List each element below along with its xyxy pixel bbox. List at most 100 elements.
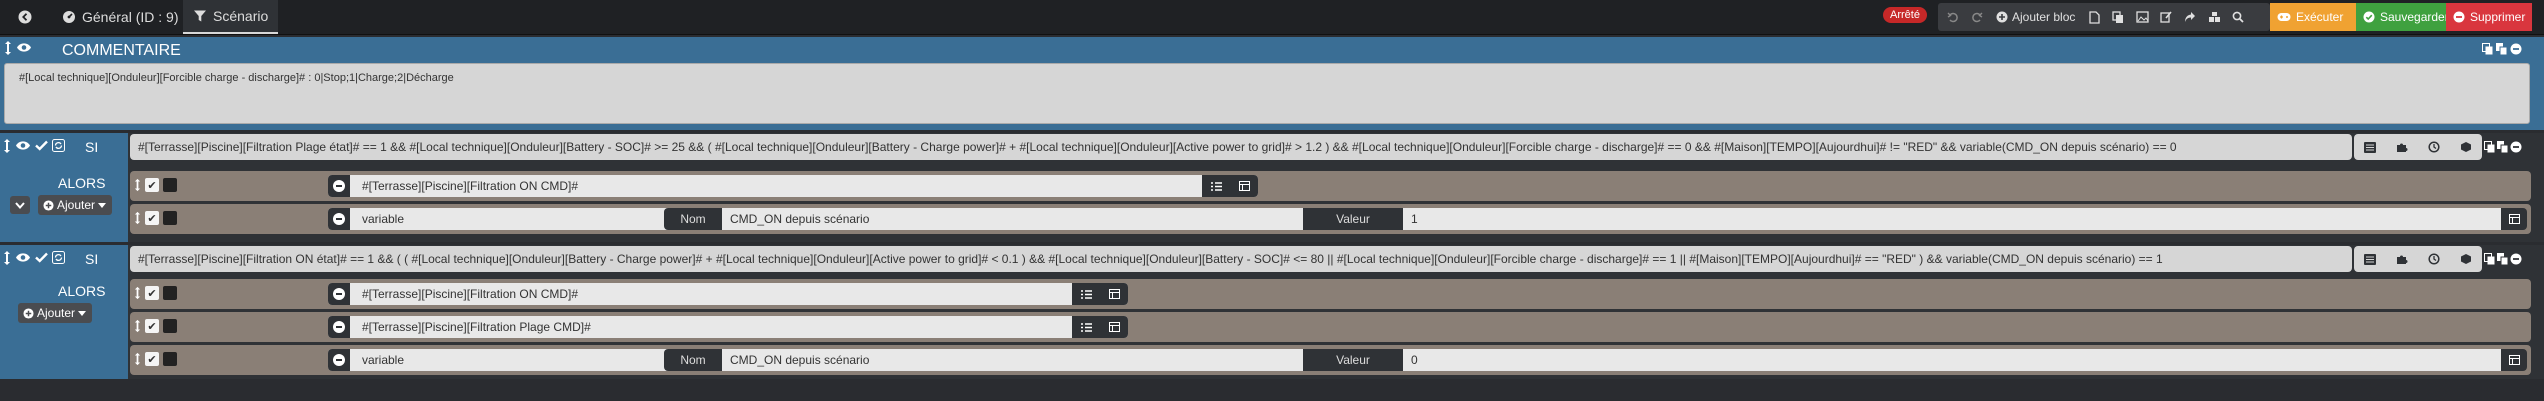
background-checkbox[interactable] <box>163 211 177 225</box>
select-value-button[interactable] <box>2501 208 2527 230</box>
nom-label: Nom <box>664 208 722 230</box>
eye-icon[interactable] <box>15 252 31 263</box>
add-action-button[interactable]: Ajouter <box>38 195 112 215</box>
valeur-input[interactable]: 0 <box>1403 349 2501 371</box>
valeur-input[interactable]: 1 <box>1403 208 2501 230</box>
background-checkbox[interactable] <box>163 286 177 300</box>
list-icon <box>1210 181 1222 191</box>
select-value-button[interactable] <box>2501 349 2527 371</box>
copy-icon[interactable] <box>2484 253 2495 265</box>
duplicate-icon[interactable] <box>2497 253 2508 265</box>
select-button[interactable] <box>1230 175 1258 197</box>
select-button[interactable] <box>1100 283 1128 305</box>
template-button[interactable] <box>2203 6 2225 28</box>
eye-icon[interactable] <box>16 42 32 53</box>
refresh-icon[interactable] <box>52 251 65 264</box>
search-button[interactable] <box>2227 6 2249 28</box>
remove-block-icon[interactable] <box>2510 253 2522 265</box>
action-controls: ✔ <box>134 319 177 333</box>
nom-input[interactable]: CMD_ON depuis scénario <box>722 349 1303 371</box>
image-button[interactable] <box>2131 6 2153 28</box>
puzzle-icon[interactable] <box>2396 253 2408 265</box>
enable-checkbox[interactable]: ✔ <box>145 319 159 333</box>
si-block-2: SI #[Terrasse][Piscine][Filtration ON ét… <box>0 245 2544 379</box>
cube-icon[interactable] <box>2460 253 2472 265</box>
duplicate-icon[interactable] <box>2497 141 2508 153</box>
delete-button[interactable]: Supprimer <box>2446 3 2532 31</box>
drag-handle-icon[interactable] <box>134 286 141 300</box>
save-button[interactable]: Sauvegarder <box>2356 3 2449 31</box>
remove-action-button[interactable] <box>328 208 350 230</box>
puzzle-icon[interactable] <box>2396 141 2408 153</box>
status-badge: Arrêté <box>1883 7 1927 23</box>
condition-input[interactable]: #[Terrasse][Piscine][Filtration ON état]… <box>130 246 2352 272</box>
action-row: ✔ variable Nom CMD_ON depuis scénario Va… <box>130 204 2531 234</box>
drag-handle-icon[interactable] <box>134 319 141 333</box>
copy-icon[interactable] <box>2484 141 2495 153</box>
list-button[interactable] <box>1072 283 1100 305</box>
page-footer <box>0 380 2544 401</box>
check-icon[interactable] <box>35 252 48 263</box>
drag-handle-icon[interactable] <box>134 178 141 192</box>
select-button[interactable] <box>1100 316 1128 338</box>
file-icon <box>2089 10 2100 24</box>
background-checkbox[interactable] <box>163 352 177 366</box>
enable-checkbox[interactable]: ✔ <box>145 352 159 366</box>
history-icon[interactable] <box>2428 253 2440 265</box>
enable-checkbox[interactable]: ✔ <box>145 211 159 225</box>
remove-block-icon[interactable] <box>2510 141 2522 153</box>
add-block-button[interactable]: Ajouter bloc <box>1990 6 2081 28</box>
copy-icon[interactable] <box>2482 43 2493 55</box>
action-input[interactable]: #[Terrasse][Piscine][Filtration ON CMD]# <box>328 283 1128 305</box>
background-checkbox[interactable] <box>163 178 177 192</box>
drag-handle-icon[interactable] <box>134 352 141 366</box>
history-icon[interactable] <box>2428 141 2440 153</box>
nom-input[interactable]: CMD_ON depuis scénario <box>722 208 1303 230</box>
tab-scenario[interactable]: Scénario <box>183 0 279 34</box>
file-button[interactable] <box>2083 6 2105 28</box>
remove-action-button[interactable] <box>328 316 350 338</box>
remove-action-button[interactable] <box>328 283 350 305</box>
tab-general[interactable]: Général (ID : 9) <box>52 0 188 34</box>
list-icon[interactable] <box>2364 253 2376 265</box>
refresh-icon[interactable] <box>52 139 65 152</box>
back-button[interactable] <box>8 0 42 34</box>
background-checkbox[interactable] <box>163 319 177 333</box>
redo-button[interactable] <box>1966 6 1988 28</box>
execute-button[interactable]: Exécuter <box>2270 3 2356 31</box>
plus-circle-icon <box>1996 11 2008 23</box>
list-icon[interactable] <box>2364 141 2376 153</box>
action-command: #[Terrasse][Piscine][Filtration Plage CM… <box>362 320 591 334</box>
copy-button[interactable] <box>2107 6 2129 28</box>
minus-circle-icon <box>333 321 345 333</box>
remove-action-button[interactable] <box>328 175 350 197</box>
drag-handle-icon[interactable] <box>134 211 141 225</box>
enable-checkbox[interactable]: ✔ <box>145 178 159 192</box>
caret-down-icon <box>98 202 107 208</box>
list-button[interactable] <box>1202 175 1230 197</box>
drag-handle-icon[interactable] <box>4 41 12 55</box>
enable-checkbox[interactable]: ✔ <box>145 286 159 300</box>
list-button[interactable] <box>1072 316 1100 338</box>
duplicate-icon[interactable] <box>2496 43 2507 55</box>
undo-button[interactable] <box>1942 6 1964 28</box>
collapse-button[interactable] <box>10 196 30 214</box>
comment-text-area[interactable]: #[Local technique][Onduleur][Forcible ch… <box>4 63 2530 124</box>
remove-action-button[interactable] <box>328 349 350 371</box>
eye-icon[interactable] <box>15 140 31 151</box>
action-input[interactable]: #[Terrasse][Piscine][Filtration Plage CM… <box>328 316 1128 338</box>
cube-icon[interactable] <box>2460 141 2472 153</box>
drag-handle-icon[interactable] <box>3 250 11 265</box>
delete-label: Supprimer <box>2470 10 2526 24</box>
check-icon[interactable] <box>35 140 48 151</box>
action-input[interactable]: #[Terrasse][Piscine][Filtration ON CMD]# <box>328 175 1258 197</box>
condition-tools <box>2354 246 2482 272</box>
condition-input[interactable]: #[Terrasse][Piscine][Filtration Plage ét… <box>130 134 2352 160</box>
block-actions <box>2484 249 2522 269</box>
share-button[interactable] <box>2179 6 2201 28</box>
remove-block-icon[interactable] <box>2510 43 2522 55</box>
add-action-button[interactable]: Ajouter <box>18 303 92 323</box>
edit-button[interactable] <box>2155 6 2177 28</box>
table-icon <box>1108 289 1120 299</box>
drag-handle-icon[interactable] <box>3 138 11 153</box>
